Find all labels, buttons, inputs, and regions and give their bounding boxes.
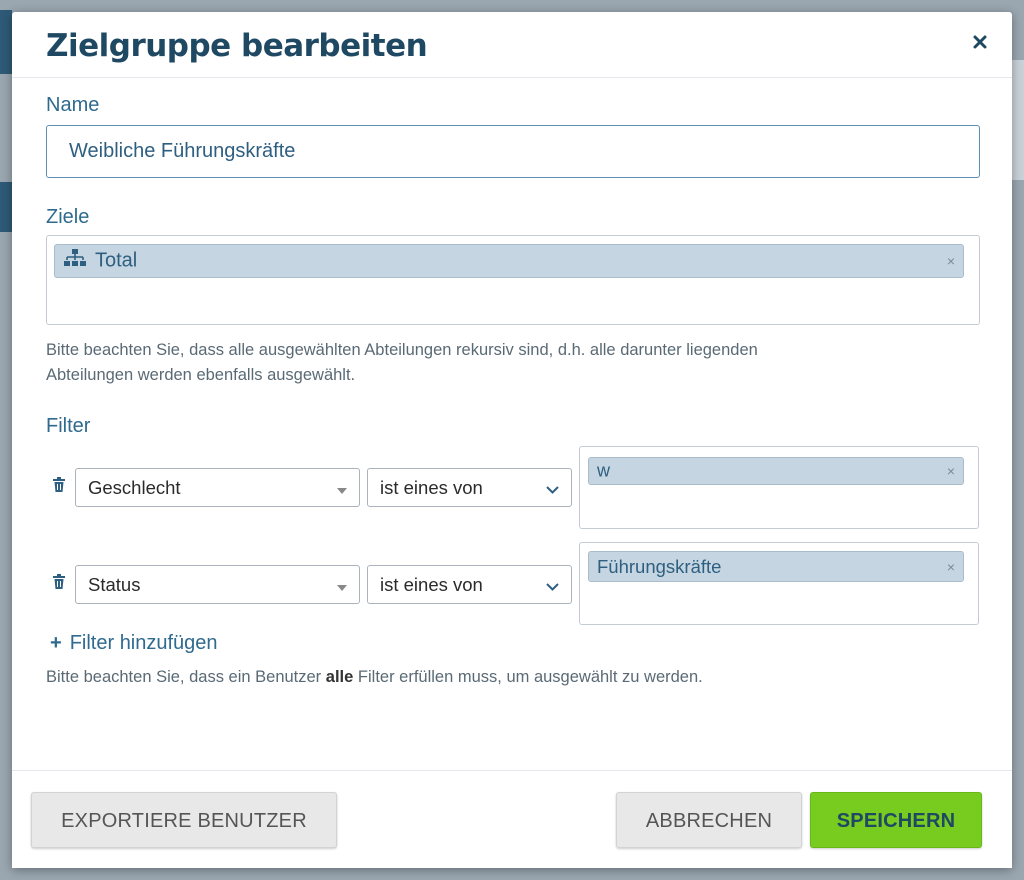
dialog-header: Zielgruppe bearbeiten	[12, 12, 1012, 78]
backdrop-header-strip	[0, 10, 12, 74]
filter-attribute-select[interactable]: Status	[75, 565, 360, 604]
chevron-down-icon	[546, 477, 559, 499]
name-label: Name	[46, 94, 100, 116]
close-icon-glyph	[973, 35, 987, 49]
add-filter-link[interactable]: + Filter hinzufügen	[50, 632, 218, 655]
filter-label: Filter	[46, 415, 91, 437]
save-button[interactable]: SPEICHERN	[810, 792, 982, 848]
filter-hint: Bitte beachten Sie, dass ein Benutzer al…	[46, 665, 703, 690]
filter-hint-after: Filter erfüllen muss, um ausgewählt zu w…	[357, 668, 703, 686]
goals-hint-line1: Bitte beachten Sie, dass alle ausgewählt…	[46, 341, 758, 359]
close-icon[interactable]	[970, 34, 990, 54]
filter-value-label: Führungskräfte	[597, 555, 722, 577]
backdrop-panel-strip	[1010, 60, 1024, 180]
filter-attribute-select[interactable]: Geschlecht	[75, 468, 360, 507]
dialog-title: Zielgruppe bearbeiten	[46, 28, 428, 64]
goal-tag-total: Total ×	[54, 244, 964, 278]
goals-hint: Bitte beachten Sie, dass alle ausgewählt…	[46, 338, 758, 388]
caret-down-icon	[337, 477, 347, 499]
goals-label: Ziele	[46, 206, 90, 228]
filter-values-box[interactable]: Führungskräfte ×	[579, 542, 979, 625]
filter-operator-select[interactable]: ist eines von	[367, 565, 572, 604]
backdrop-header-strip	[0, 182, 12, 232]
filter-hint-before: Bitte beachten Sie, dass ein Benutzer	[46, 668, 322, 686]
remove-tag-icon[interactable]: ×	[947, 559, 955, 575]
filter-operator-value: ist eines von	[380, 573, 483, 595]
add-filter-label: Filter hinzufügen	[69, 632, 218, 654]
name-input[interactable]	[46, 125, 980, 178]
remove-tag-icon[interactable]: ×	[947, 253, 955, 269]
remove-tag-icon[interactable]: ×	[947, 463, 955, 479]
trash-icon[interactable]	[52, 574, 66, 590]
caret-down-icon	[337, 574, 347, 596]
filter-value-tag: w ×	[588, 457, 964, 485]
export-users-button[interactable]: EXPORTIERE BENUTZER	[31, 792, 337, 848]
goal-tag-label: Total	[95, 249, 138, 272]
goals-select-box[interactable]: Total ×	[46, 235, 980, 325]
filter-operator-select[interactable]: ist eines von	[367, 468, 572, 507]
dialog-footer: EXPORTIERE BENUTZER ABBRECHEN SPEICHERN	[12, 770, 1012, 868]
filter-value-tag: Führungskräfte ×	[588, 551, 964, 582]
org-chart-icon	[63, 248, 87, 274]
goals-hint-line2: Abteilungen werden ebenfalls ausgewählt.	[46, 366, 356, 384]
filter-operator-value: ist eines von	[380, 476, 483, 498]
plus-icon: +	[50, 632, 62, 654]
filter-attribute-value: Geschlecht	[88, 476, 181, 498]
filter-value-label: w	[597, 460, 610, 481]
filter-attribute-value: Status	[88, 573, 141, 595]
trash-icon[interactable]	[52, 477, 66, 493]
filter-hint-bold: alle	[325, 668, 354, 686]
chevron-down-icon	[546, 574, 559, 596]
filter-values-box[interactable]: w ×	[579, 446, 979, 529]
cancel-button[interactable]: ABBRECHEN	[616, 792, 802, 848]
edit-target-group-dialog: Zielgruppe bearbeiten Name Ziele Total ×	[12, 12, 1012, 868]
